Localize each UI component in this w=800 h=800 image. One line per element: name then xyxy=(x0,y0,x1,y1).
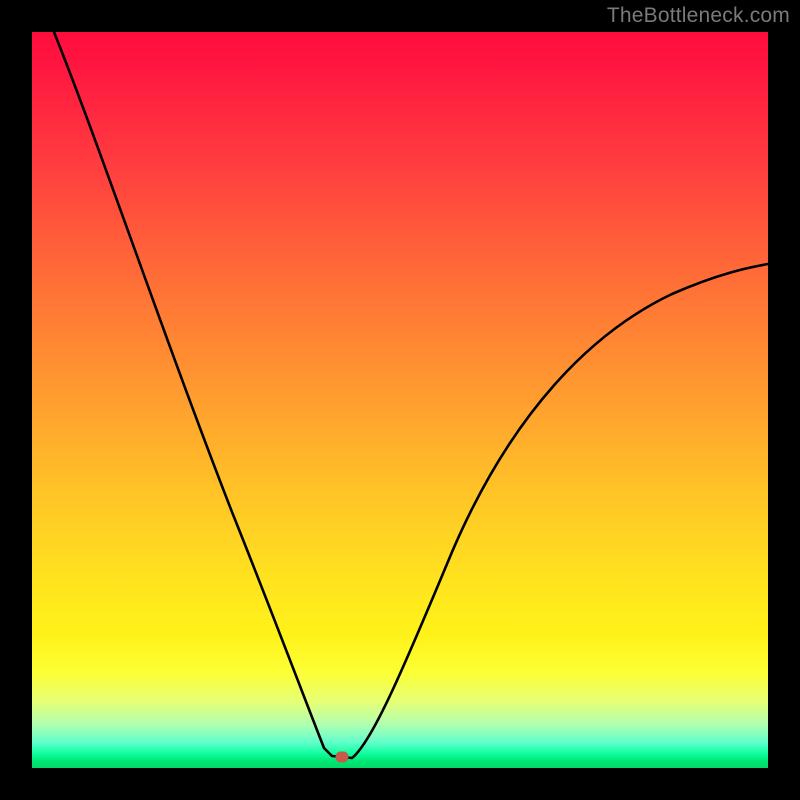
chart-frame: TheBottleneck.com xyxy=(0,0,800,800)
bottleneck-curve xyxy=(32,32,768,768)
watermark-label: TheBottleneck.com xyxy=(607,4,790,28)
optimum-marker xyxy=(336,752,349,763)
plot-area xyxy=(32,32,768,768)
